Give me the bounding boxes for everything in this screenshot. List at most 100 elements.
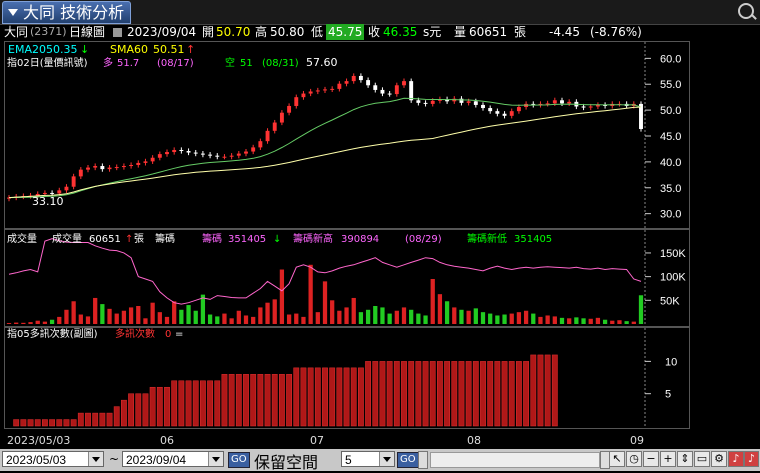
clock-icon[interactable]: ◷	[626, 451, 642, 467]
chip-high-label: 籌碼新高	[293, 234, 333, 245]
signal-bar	[300, 367, 307, 427]
min-price-label: 33.10	[32, 195, 64, 208]
candle-body	[301, 93, 306, 98]
scroll-left-button[interactable]	[418, 451, 428, 469]
volume-bar	[552, 316, 557, 324]
signal-bar	[185, 380, 192, 427]
price-tick-label: 40.0	[660, 157, 681, 169]
go-reserve-button[interactable]: GO	[397, 452, 419, 468]
volume-bar	[315, 312, 320, 324]
vol-value: 60651	[89, 234, 121, 245]
signal-bar	[472, 361, 479, 427]
signal-bar	[293, 367, 300, 427]
volume-bar	[258, 307, 263, 324]
signal-bar	[257, 374, 264, 427]
equals-sign: =	[175, 329, 184, 340]
reserve-spinner[interactable]: 5	[341, 451, 395, 467]
candle-body	[495, 111, 500, 114]
volume-bar	[631, 321, 636, 324]
volume-bar	[581, 318, 586, 324]
volume-bar	[509, 313, 514, 324]
volume-bar	[394, 310, 399, 324]
candle-body	[236, 153, 241, 156]
signal-bar	[451, 361, 458, 427]
chip-low-value: 351405	[514, 234, 553, 245]
fit-icon[interactable]: ▭	[694, 451, 710, 467]
scroll-track[interactable]	[430, 452, 600, 468]
long-label: 多	[103, 58, 113, 69]
candle-body	[222, 156, 227, 158]
magnifier-icon[interactable]	[738, 3, 754, 19]
menu-arrow-icon[interactable]	[8, 9, 18, 16]
low-value: 45.75	[326, 24, 365, 40]
volume-bar	[423, 315, 428, 324]
volume-bar	[265, 302, 270, 324]
reserve-label: 保留空間	[254, 453, 319, 472]
volume-value: 60651	[469, 25, 508, 39]
settings-icon[interactable]: ⚙	[711, 451, 727, 467]
volume-bar	[286, 314, 292, 324]
quote-date: 2023/09/04	[127, 25, 197, 39]
candle-body	[136, 162, 141, 165]
volume-bar	[437, 294, 443, 324]
candle-body	[409, 81, 414, 101]
volume-bar	[574, 317, 579, 324]
volume-bar	[179, 309, 184, 324]
end-date-select[interactable]: 2023/09/04	[122, 451, 224, 467]
volume-bar	[610, 320, 615, 324]
candle-body	[179, 149, 184, 152]
volume-unit: 張	[514, 25, 527, 39]
plus-icon[interactable]: +	[660, 451, 676, 467]
dropdown-arrow-icon[interactable]	[88, 452, 103, 466]
volume-bar	[444, 301, 450, 324]
volume-bar	[387, 313, 392, 324]
signal-bar	[56, 419, 63, 427]
bell-icon[interactable]: ♪	[728, 451, 744, 467]
signal-bar	[372, 361, 379, 427]
chip-label: 籌碼	[155, 234, 175, 245]
candle-body	[466, 101, 471, 103]
candle-body	[394, 85, 399, 95]
close-value: 46.35	[383, 25, 418, 39]
signal-bar	[128, 393, 135, 427]
candle-body	[258, 141, 263, 148]
indicator-label: 指02日(量價訊號)	[7, 58, 88, 69]
open-label: 開	[202, 25, 215, 39]
vol-label: 成交量	[52, 234, 82, 245]
alert-icon[interactable]: ♪	[744, 451, 759, 467]
signal-bar	[243, 374, 249, 427]
candle-body	[509, 111, 514, 116]
short-value: 51	[240, 58, 253, 69]
volume-bar	[351, 297, 356, 324]
candle-body	[186, 151, 191, 153]
spinner-icon[interactable]	[379, 452, 394, 466]
cursor-icon[interactable]: ↖	[609, 451, 625, 467]
volume-bar	[567, 318, 572, 324]
chart-type: 日線圖	[69, 25, 106, 39]
candle-body	[545, 103, 550, 105]
volume-bar	[545, 315, 550, 324]
signal-bar	[365, 361, 372, 427]
dropdown-arrow-icon[interactable]	[208, 452, 223, 466]
candle-body	[251, 147, 256, 152]
go-button[interactable]: GO	[228, 452, 250, 468]
window-tab[interactable]: 大同 技術分析	[2, 1, 132, 24]
volume-bar	[488, 313, 493, 324]
signal-bar	[436, 361, 443, 427]
candle-body	[581, 106, 586, 108]
candle-body	[366, 80, 371, 86]
square-icon	[113, 28, 122, 37]
arrows-icon[interactable]: ⇕	[677, 451, 693, 467]
short-label: 空	[225, 58, 235, 69]
minus-icon[interactable]: −	[643, 451, 659, 467]
signal-bar	[77, 412, 84, 427]
volume-bar	[150, 302, 155, 324]
volume-bar	[114, 313, 119, 324]
candle-body	[481, 104, 485, 109]
signal-bar	[199, 380, 206, 427]
candle-body	[287, 105, 292, 113]
start-date-select[interactable]: 2023/05/03	[2, 451, 104, 467]
volume-tick-label: 150K	[660, 248, 686, 260]
signal-bar	[106, 412, 113, 427]
volume-bar	[538, 316, 543, 324]
